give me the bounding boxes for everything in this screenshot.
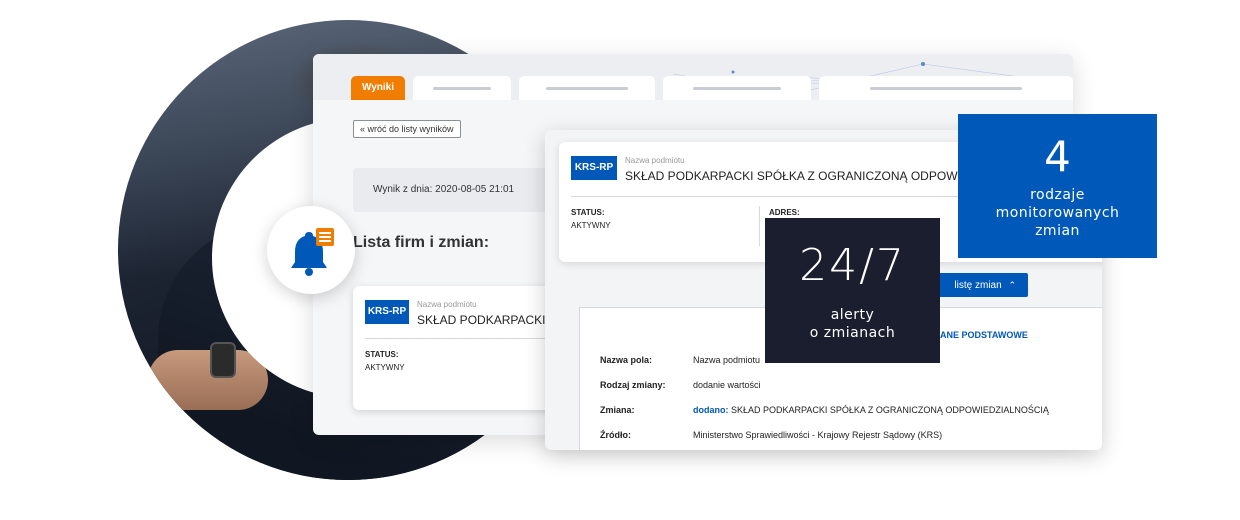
column-divider (759, 206, 760, 246)
detail-status-value: AKTYWNY (571, 221, 611, 230)
tab-5[interactable] (819, 76, 1073, 100)
bell-icon (291, 228, 334, 276)
change-type-highlight: dodano: (693, 405, 729, 415)
row-value-change: dodano: SKŁAD PODKARPACKI SPÓŁKA Z OGRAN… (693, 405, 1049, 415)
types-line-3: zmian (1035, 223, 1080, 239)
section-basic-data[interactable]: ANE PODSTAWOWE (940, 330, 1028, 340)
detail-status-label: STATUS: (571, 208, 605, 217)
changes-button-label: listę zmian (954, 280, 1002, 291)
row-value: dodanie wartości (693, 380, 761, 390)
change-value: SKŁAD PODKARPACKI SPÓŁKA Z OGRANICZONĄ O… (728, 405, 1049, 415)
detail-name-label: Nazwa podmiotu (625, 156, 685, 165)
status-label: STATUS: (365, 350, 399, 359)
watch-icon (210, 342, 236, 378)
tab-wyniki[interactable]: Wyniki (351, 76, 405, 100)
photo-hand (148, 350, 268, 410)
tab-2[interactable] (413, 76, 511, 100)
tab-4[interactable] (663, 76, 811, 100)
tabs-bar: Wyniki (313, 54, 1073, 100)
firm-name-label: Nazwa podmiotu (417, 300, 477, 309)
list-title: Lista firm i zmian: (353, 234, 490, 251)
chevron-up-icon: ⌃ (1008, 280, 1016, 290)
address-label: ADRES: (769, 208, 800, 217)
krs-badge: KRS-RP (571, 156, 617, 180)
row-value: Nazwa podmiotu (693, 355, 761, 365)
firm-name: SKŁAD PODKARPACKI S (417, 313, 557, 327)
types-number: 4 (1044, 132, 1071, 181)
alerts-caption: alerty o zmianach (765, 306, 940, 342)
types-line-1: rodzaje (1030, 187, 1085, 203)
alerts-line-2: o zmianach (809, 325, 896, 341)
types-caption: rodzaje monitorowanych zmian (958, 186, 1157, 240)
row-value: Ministerstwo Sprawiedliwości - Krajowy R… (693, 430, 943, 440)
row-label: Nazwa pola: (600, 355, 653, 365)
krs-badge: KRS-RP (365, 300, 409, 324)
row-label: Rodzaj zmiany: (600, 380, 666, 390)
detail-firm-name: SKŁAD PODKARPACKI SPÓŁKA Z OGRANICZONĄ O… (625, 169, 985, 183)
tab-3[interactable] (519, 76, 655, 100)
alerts-line-1: alerty (830, 307, 875, 323)
status-value: AKTYWNY (365, 363, 405, 372)
toggle-changes-button[interactable]: listę zmian ⌃ (925, 273, 1028, 297)
alerts-stat: 24/7 alerty o zmianach (765, 218, 940, 363)
row-label: Źródło: (600, 430, 631, 440)
types-line-2: monitorowanych (995, 205, 1120, 221)
back-to-list-link[interactable]: « wróć do listy wyników (353, 120, 461, 138)
monitored-types-stat: 4 rodzaje monitorowanych zmian (958, 114, 1157, 258)
notification-badge (267, 206, 355, 294)
alerts-number: 24/7 (799, 240, 906, 291)
row-label: Zmiana: (600, 405, 635, 415)
